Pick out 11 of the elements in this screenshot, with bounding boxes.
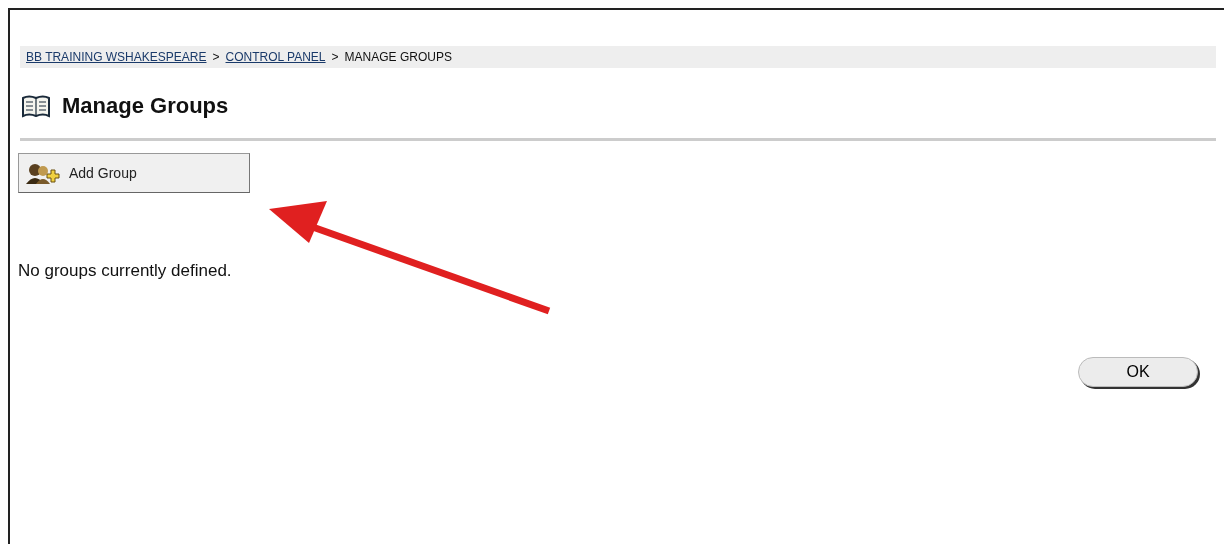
breadcrumb-link[interactable]: BB TRAINING WSHAKESPEARE xyxy=(26,50,207,64)
breadcrumb-current: MANAGE GROUPS xyxy=(344,50,452,64)
breadcrumb-link[interactable]: CONTROL PANEL xyxy=(225,50,326,64)
add-group-button[interactable]: Add Group xyxy=(18,153,250,193)
people-plus-icon xyxy=(25,162,61,184)
breadcrumb-separator: > xyxy=(212,50,220,64)
empty-message: No groups currently defined. xyxy=(18,261,233,281)
breadcrumb-separator: > xyxy=(331,50,339,64)
ok-button[interactable]: OK xyxy=(1078,357,1198,387)
book-icon xyxy=(22,94,50,118)
page-title: Manage Groups xyxy=(62,93,229,119)
